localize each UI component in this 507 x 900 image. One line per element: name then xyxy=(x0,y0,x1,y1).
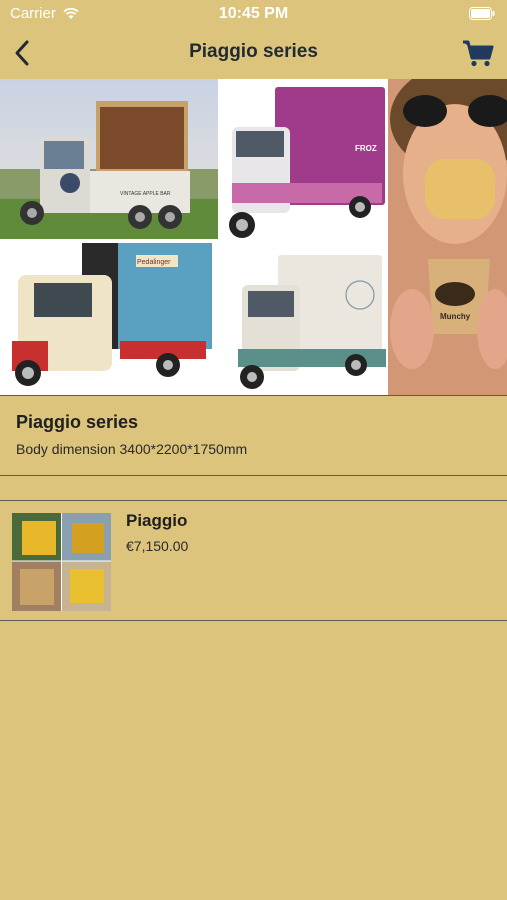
navigation-bar: Piaggio series xyxy=(0,28,507,78)
divider-hero xyxy=(0,395,507,396)
divider-product xyxy=(0,620,507,621)
hero-label-vintage: VINTAGE APPLE BAR xyxy=(120,191,171,197)
hero-label-froz: FROZ xyxy=(355,144,377,153)
hero-label-munchy: Munchy xyxy=(440,312,471,321)
divider-info xyxy=(0,475,507,476)
status-bar: Carrier 10:45 PM xyxy=(0,0,507,28)
status-time: 10:45 PM xyxy=(218,5,289,22)
hero-image-collage: VINTAGE APPLE BAR FROZ Munchy Pedalinger xyxy=(0,79,507,395)
hero-label-pedalinger: Pedalinger xyxy=(137,259,171,266)
battery-icon xyxy=(469,7,495,20)
cart-icon[interactable] xyxy=(461,36,495,70)
product-list-item[interactable]: Piaggio €7,150.00 xyxy=(0,501,507,619)
product-name: Piaggio xyxy=(126,511,188,530)
product-price: €7,150.00 xyxy=(126,538,189,554)
food-trucks-image: VINTAGE APPLE BAR FROZ Munchy Pedalinger xyxy=(0,79,507,395)
page-title: Piaggio series xyxy=(189,41,318,62)
series-title: Piaggio series xyxy=(16,412,139,432)
series-info: Piaggio series Body dimension 3400*2200*… xyxy=(16,412,247,457)
product-thumbnail xyxy=(12,513,111,611)
series-description: Body dimension 3400*2200*1750mm xyxy=(16,441,248,457)
